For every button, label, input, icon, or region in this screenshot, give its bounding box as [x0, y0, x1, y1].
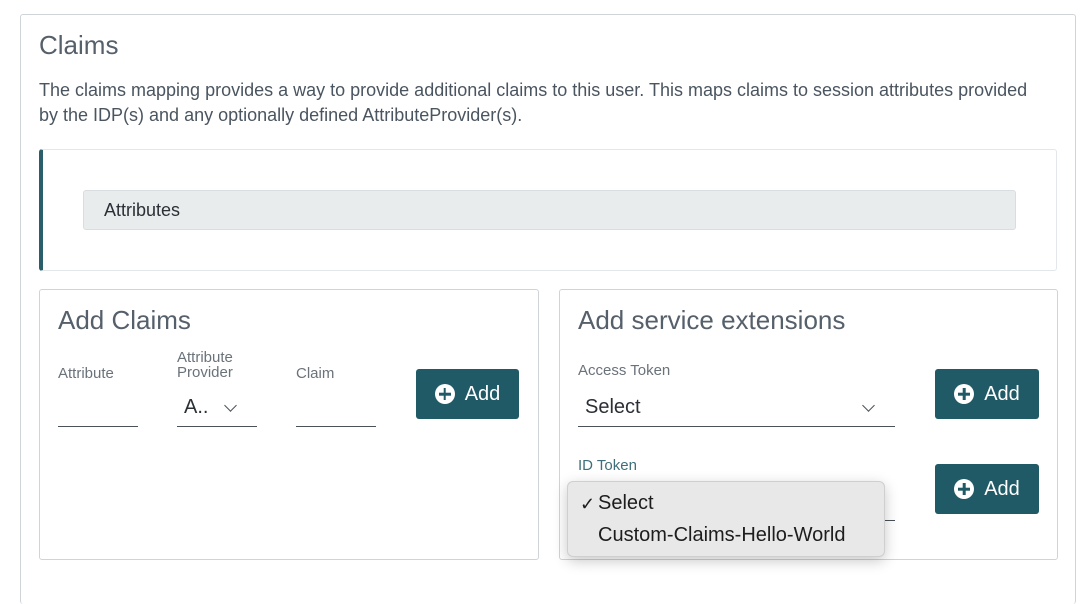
id-token-dropdown-menu: ✓ Select Custom-Claims-Hello-World — [567, 481, 885, 557]
claims-description: The claims mapping provides a way to pro… — [39, 80, 1028, 125]
attribute-provider-label-line2: Provider — [177, 364, 233, 381]
add-access-token-button-label: Add — [984, 382, 1020, 405]
add-claim-button[interactable]: Add — [416, 369, 519, 419]
attribute-provider-select-value[interactable]: A.. — [184, 396, 208, 419]
checkmark-icon: ✓ — [580, 494, 596, 514]
dropdown-option-custom-claims[interactable]: Custom-Claims-Hello-World — [598, 524, 845, 547]
add-claims-title: Add Claims — [58, 305, 191, 335]
id-token-label: ID Token — [578, 457, 637, 474]
access-token-select[interactable] — [578, 426, 895, 427]
attribute-input[interactable] — [58, 426, 138, 427]
plus-circle-icon — [434, 384, 455, 404]
access-token-select-value[interactable]: Select — [585, 396, 641, 419]
attribute-label: Attribute — [58, 365, 114, 382]
add-claim-button-label: Add — [464, 382, 501, 405]
dropdown-option-select[interactable]: Select — [598, 492, 654, 515]
service-extensions-title: Add service extensions — [578, 305, 846, 335]
attribute-provider-label-line1: Attribute — [177, 349, 233, 366]
claim-input[interactable] — [296, 426, 376, 427]
add-access-token-button[interactable]: Add — [935, 369, 1039, 419]
claim-label: Claim — [296, 365, 335, 382]
claims-title: Claims — [39, 30, 119, 60]
add-id-token-button-label: Add — [984, 477, 1020, 500]
add-id-token-button[interactable]: Add — [935, 464, 1039, 514]
attributes-bar[interactable]: Attributes — [83, 190, 1016, 230]
access-token-label: Access Token — [578, 362, 671, 379]
attribute-provider-select[interactable] — [177, 426, 257, 427]
plus-circle-icon — [954, 384, 975, 404]
plus-circle-icon — [954, 479, 975, 499]
